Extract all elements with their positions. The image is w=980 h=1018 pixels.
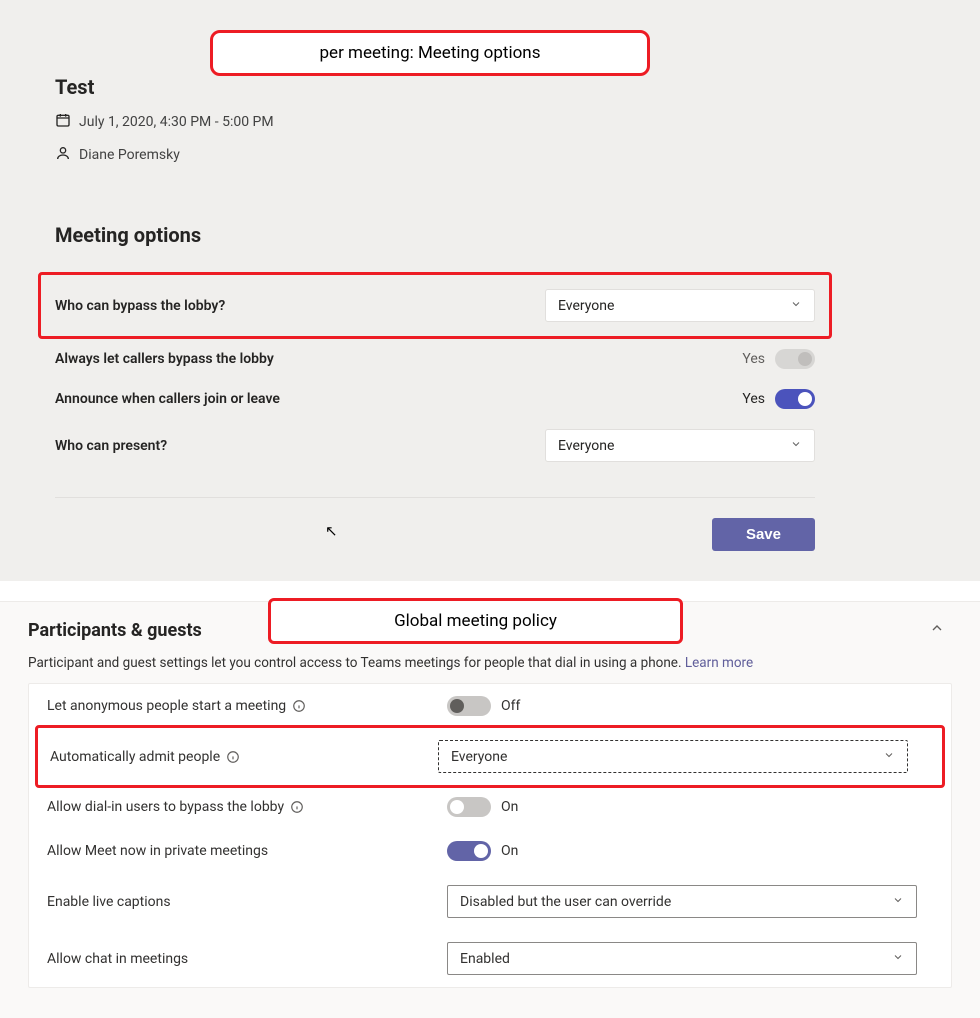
setting-label-text: Let anonymous people start a meeting (47, 698, 286, 714)
option-label: Announce when callers join or leave (55, 391, 280, 407)
meet-now-toggle[interactable] (447, 841, 491, 861)
chevron-down-icon (892, 894, 904, 910)
setting-label-text: Enable live captions (47, 894, 171, 910)
annotation-per-meeting: per meeting: Meeting options (210, 30, 650, 76)
global-policy-panel: Global meeting policy Participants & gue… (0, 601, 980, 1018)
chevron-down-icon (790, 438, 802, 454)
option-bypass-lobby: Who can bypass the lobby? Everyone (38, 272, 832, 339)
setting-label-text: Allow dial-in users to bypass the lobby (47, 799, 284, 815)
bypass-lobby-select[interactable]: Everyone (545, 289, 815, 322)
setting-label-text: Allow Meet now in private meetings (47, 843, 268, 859)
dialin-bypass-toggle[interactable] (447, 797, 491, 817)
policy-description: Participant and guest settings let you c… (28, 655, 952, 671)
setting-label-text: Allow chat in meetings (47, 951, 188, 967)
meeting-options-list: Who can bypass the lobby? Everyone Alway… (55, 272, 815, 551)
meeting-options-panel: per meeting: Meeting options Test July 1… (0, 0, 980, 581)
option-label: Who can bypass the lobby? (55, 298, 225, 314)
select-value: Everyone (558, 438, 614, 454)
policy-description-text: Participant and guest settings let you c… (28, 655, 685, 671)
chevron-down-icon (892, 951, 904, 967)
divider (55, 497, 815, 498)
option-label: Who can present? (55, 438, 167, 454)
info-icon[interactable] (290, 800, 304, 814)
policy-settings-card: Let anonymous people start a meeting Off… (28, 683, 952, 988)
save-button[interactable]: Save (712, 518, 815, 551)
callers-bypass-toggle[interactable] (775, 349, 815, 369)
setting-live-captions: Enable live captions Disabled but the us… (29, 873, 951, 930)
learn-more-link[interactable]: Learn more (685, 655, 753, 671)
who-present-select[interactable]: Everyone (545, 429, 815, 462)
select-value: Enabled (460, 951, 510, 967)
option-who-present: Who can present? Everyone (55, 419, 815, 472)
save-row: Save (55, 518, 815, 551)
annotation-text: per meeting: Meeting options (320, 43, 541, 63)
meeting-organizer-row: Diane Poremsky (55, 145, 945, 165)
toggle-state-label: Yes (742, 351, 765, 367)
setting-allow-chat: Allow chat in meetings Enabled (29, 930, 951, 987)
select-value: Disabled but the user can override (460, 894, 671, 910)
calendar-icon (55, 112, 79, 132)
collapse-icon[interactable] (929, 620, 945, 636)
option-announce: Announce when callers join or leave Yes (55, 379, 815, 419)
option-callers-bypass: Always let callers bypass the lobby Yes (55, 339, 815, 379)
auto-admit-select[interactable]: Everyone (438, 740, 908, 773)
annotation-global-policy: Global meeting policy (268, 598, 683, 644)
announce-toggle[interactable] (775, 389, 815, 409)
meeting-datetime-row: July 1, 2020, 4:30 PM - 5:00 PM (55, 112, 945, 132)
meeting-datetime: July 1, 2020, 4:30 PM - 5:00 PM (79, 114, 274, 130)
info-icon[interactable] (292, 699, 306, 713)
anon-start-toggle[interactable] (447, 696, 491, 716)
toggle-state-label: On (501, 843, 518, 859)
live-captions-select[interactable]: Disabled but the user can override (447, 885, 917, 918)
toggle-state-label: Off (501, 698, 520, 714)
chevron-down-icon (790, 298, 802, 314)
meeting-organizer: Diane Poremsky (79, 147, 180, 163)
info-icon[interactable] (226, 750, 240, 764)
setting-dialin-bypass: Allow dial-in users to bypass the lobby … (29, 785, 951, 829)
meeting-options-heading: Meeting options (55, 223, 945, 247)
option-label: Always let callers bypass the lobby (55, 351, 274, 367)
toggle-state-label: On (501, 799, 518, 815)
annotation-text: Global meeting policy (394, 611, 557, 631)
toggle-state-label: Yes (742, 391, 765, 407)
setting-anon-start: Let anonymous people start a meeting Off (29, 684, 951, 728)
setting-auto-admit: Automatically admit people Everyone (35, 725, 945, 788)
meeting-title: Test (55, 75, 945, 99)
allow-chat-select[interactable]: Enabled (447, 942, 917, 975)
chevron-down-icon (883, 749, 895, 765)
setting-meet-now: Allow Meet now in private meetings On (29, 829, 951, 873)
select-value: Everyone (558, 298, 614, 314)
select-value: Everyone (451, 749, 507, 765)
person-icon (55, 145, 79, 165)
setting-label-text: Automatically admit people (50, 749, 220, 765)
